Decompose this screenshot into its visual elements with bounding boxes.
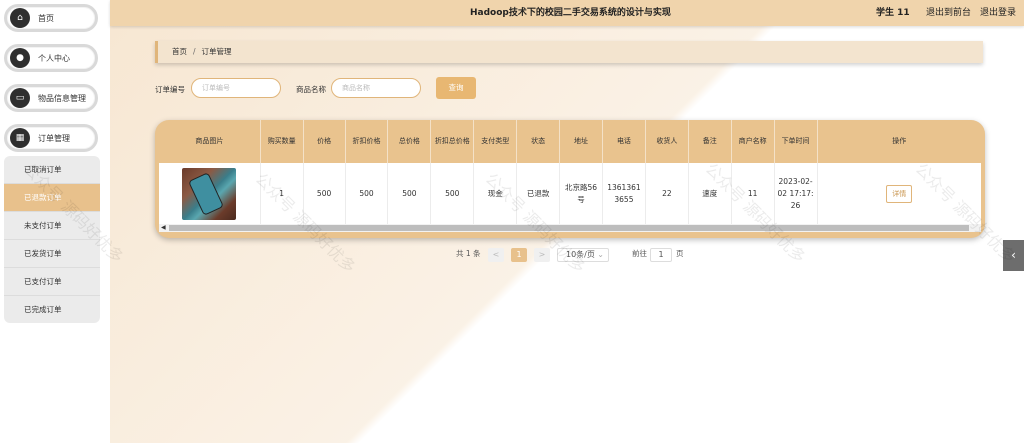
order-no-label: 订单编号 [155, 85, 185, 94]
col-header: 购买数量 [261, 120, 304, 163]
pagination-next-button[interactable]: > [534, 248, 550, 262]
front-link[interactable]: 退出到前台 [926, 0, 971, 26]
submenu-shipped[interactable]: 已发货订单 [4, 240, 100, 268]
cell-address: 北京路56号 [560, 163, 603, 224]
monitor-icon: ▭ [10, 88, 30, 108]
sidebar-item-profile[interactable]: ● 个人中心 [4, 44, 98, 72]
pagination-total: 共 1 条 [456, 249, 481, 258]
col-header: 折扣总价格 [431, 120, 475, 163]
current-user: 学生 11 [876, 8, 910, 18]
product-image[interactable] [182, 167, 237, 220]
page-suffix: 页 [676, 249, 684, 258]
pagination-page-1[interactable]: 1 [511, 248, 527, 262]
sidebar-item-label: 物品信息管理 [38, 93, 86, 103]
col-header: 支付类型 [474, 120, 518, 163]
cell-discount-total: 500 [431, 163, 475, 224]
sidebar-item-home[interactable]: ⌂ 首页 [4, 4, 98, 32]
chevron-left-icon[interactable]: ‹ [1003, 240, 1024, 271]
sidebar-item-label: 个人中心 [38, 53, 70, 63]
page-size-value: 10条/页 [566, 250, 595, 259]
submenu-cancelled[interactable]: 已取消订单 [4, 156, 100, 184]
logout-link[interactable]: 退出登录 [980, 0, 1016, 26]
cell-status: 已退款 [517, 163, 561, 224]
orders-submenu: 已取消订单 已退款订单 未支付订单 已发货订单 已支付订单 已完成订单 [4, 156, 100, 323]
cell-receiver: 22 [646, 163, 689, 224]
app-title: Hadoop技术下的校园二手交易系统的设计与实现 [470, 8, 671, 18]
scroll-left-icon[interactable]: ◀ [161, 224, 166, 231]
horizontal-scrollbar[interactable]: ◀ [159, 224, 981, 232]
col-header: 折扣价格 [346, 120, 389, 163]
cell-remark: 速度 [689, 163, 732, 224]
col-header: 收货人 [646, 120, 689, 163]
goto-page-input[interactable]: 1 [650, 248, 672, 262]
top-bar: Hadoop技术下的校园二手交易系统的设计与实现 学生 11 退出到前台 退出登… [110, 0, 1024, 26]
col-header: 总价格 [388, 120, 432, 163]
cell-quantity: 1 [261, 163, 304, 224]
table-header: 商品图片 购买数量 价格 折扣价格 总价格 折扣总价格 支付类型 状态 地址 电… [159, 120, 981, 163]
search-button[interactable]: 查询 [436, 77, 476, 99]
product-name-label: 商品名称 [296, 85, 326, 94]
page-size-select[interactable]: 10条/页 ⌄ [557, 248, 609, 262]
cell-price: 500 [304, 163, 346, 224]
orders-table-card: 商品图片 购买数量 价格 折扣价格 总价格 折扣总价格 支付类型 状态 地址 电… [155, 120, 985, 238]
col-header: 地址 [560, 120, 603, 163]
sidebar-item-items[interactable]: ▭ 物品信息管理 [4, 84, 98, 112]
sidebar-item-orders[interactable]: ▦ 订单管理 [4, 124, 98, 152]
cell-discount-price: 500 [346, 163, 389, 224]
sidebar: ⌂ 首页 ● 个人中心 ▭ 物品信息管理 ▦ 订单管理 已取消订单 已退款订单 … [0, 0, 110, 443]
breadcrumb-home[interactable]: 首页 [172, 47, 187, 56]
product-name-input[interactable]: 商品名称 [331, 78, 421, 98]
cell-pay-type: 现金 [474, 163, 518, 224]
scrollbar-thumb[interactable] [169, 225, 969, 231]
breadcrumb-separator: / [193, 47, 196, 56]
sidebar-item-label: 首页 [38, 13, 54, 23]
col-header: 下单时间 [775, 120, 818, 163]
cell-merchant: 11 [732, 163, 775, 224]
col-header: 操作 [892, 137, 907, 145]
submenu-completed[interactable]: 已完成订单 [4, 296, 100, 323]
cell-total: 500 [388, 163, 432, 224]
table-row: 1 500 500 500 500 现金 已退款 北京路56号 13613613… [159, 163, 981, 224]
cell-actions: 详情 [818, 163, 982, 224]
submenu-paid[interactable]: 已支付订单 [4, 268, 100, 296]
col-header: 电话 [603, 120, 646, 163]
submenu-refunded[interactable]: 已退款订单 [4, 184, 100, 212]
home-icon: ⌂ [10, 8, 30, 28]
grid-icon: ▦ [10, 128, 30, 148]
orders-table: 商品图片 购买数量 价格 折扣价格 总价格 折扣总价格 支付类型 状态 地址 电… [159, 120, 981, 224]
breadcrumb: 首页 / 订单管理 [155, 41, 983, 63]
goto-label: 前往 [632, 249, 647, 258]
breadcrumb-current: 订单管理 [201, 47, 232, 56]
col-header: 状态 [517, 120, 561, 163]
cell-phone: 13613613655 [603, 163, 646, 224]
submenu-unpaid[interactable]: 未支付订单 [4, 212, 100, 240]
order-no-input[interactable]: 订单编号 [191, 78, 281, 98]
col-header: 商户名称 [732, 120, 775, 163]
col-header: 备注 [689, 120, 732, 163]
pagination-prev-button[interactable]: < [488, 248, 504, 262]
user-icon: ● [10, 48, 30, 68]
cell-order-time: 2023-02-02 17:17:26 [775, 163, 818, 224]
product-image-cell [159, 163, 261, 224]
col-header: 商品图片 [159, 120, 261, 163]
sidebar-item-label: 订单管理 [38, 133, 70, 143]
col-header: 价格 [304, 120, 346, 163]
chevron-down-icon: ⌄ [597, 250, 604, 259]
detail-button[interactable]: 详情 [886, 184, 913, 203]
